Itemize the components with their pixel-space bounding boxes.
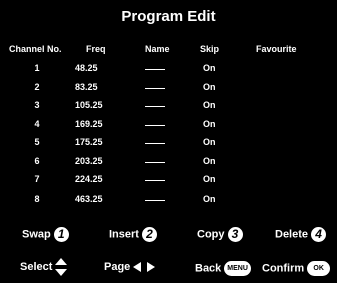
channel-number: 7	[34, 174, 40, 184]
menu-key-icon: MENU	[224, 261, 251, 276]
back-label: Back	[195, 262, 222, 275]
channel-skip: On	[203, 119, 216, 129]
header-favourite: Favourite	[256, 44, 297, 54]
channel-number: 3	[34, 100, 40, 110]
channel-name-empty	[145, 162, 165, 163]
channel-skip: On	[203, 174, 216, 184]
channel-freq: 203.25	[75, 156, 103, 166]
channel-freq: 83.25	[75, 82, 98, 92]
channel-freq: 105.25	[75, 100, 103, 110]
channel-number: 4	[34, 119, 40, 129]
page-label: Page	[104, 261, 131, 273]
confirm-label: Confirm	[262, 262, 305, 275]
swap-label: Swap	[22, 228, 51, 241]
page-title: Program Edit	[121, 8, 216, 25]
channel-row[interactable]: 5 175.25 On	[0, 137, 337, 154]
key-2-icon: 2	[141, 227, 157, 242]
header-skip: Skip	[200, 44, 220, 54]
channel-row[interactable]: 7 224.25 On	[0, 174, 337, 191]
header-channel: Channel No.	[9, 44, 62, 54]
channel-number: 2	[34, 82, 40, 92]
channel-number: 1	[34, 63, 40, 73]
channel-name-empty	[145, 106, 165, 107]
channel-number: 8	[34, 194, 40, 204]
up-down-arrows-icon	[55, 258, 68, 276]
program-edit-screen: Program Edit Channel No. Freq Name Skip …	[0, 0, 337, 283]
channel-row[interactable]: 6 203.25 On	[0, 156, 337, 173]
channel-name-empty	[145, 125, 165, 126]
channel-freq: 463.25	[75, 194, 103, 204]
channel-skip: On	[203, 194, 216, 204]
swap-action[interactable]: Swap 1	[22, 227, 69, 242]
channel-number: 6	[34, 156, 40, 166]
left-right-arrows-icon	[133, 262, 156, 273]
channel-name-empty	[145, 200, 165, 201]
key-3-icon: 3	[227, 227, 243, 242]
back-action[interactable]: Back MENU	[195, 261, 251, 276]
copy-label: Copy	[197, 228, 225, 241]
channel-row[interactable]: 4 169.25 On	[0, 119, 337, 136]
header-name: Name	[145, 44, 170, 54]
insert-label: Insert	[109, 228, 139, 241]
channel-freq: 175.25	[75, 137, 103, 147]
select-label: Select	[20, 260, 53, 273]
channel-name-empty	[145, 143, 165, 144]
channel-name-empty	[145, 69, 165, 70]
channel-row[interactable]: 8 463.25 On	[0, 194, 337, 211]
channel-freq: 224.25	[75, 174, 103, 184]
channel-skip: On	[203, 82, 216, 92]
channel-skip: On	[203, 100, 216, 110]
confirm-action[interactable]: Confirm OK	[262, 261, 331, 276]
channel-row[interactable]: 2 83.25 On	[0, 82, 337, 99]
channel-row[interactable]: 1 48.25 On	[0, 63, 337, 80]
insert-action[interactable]: Insert 2	[109, 227, 157, 242]
channel-number: 5	[34, 137, 40, 147]
channel-name-empty	[145, 180, 165, 181]
key-1-icon: 1	[53, 227, 69, 242]
key-4-icon: 4	[311, 227, 327, 242]
channel-name-empty	[145, 88, 165, 89]
channel-skip: On	[203, 156, 216, 166]
delete-action[interactable]: Delete 4	[275, 227, 327, 242]
page-action[interactable]: Page	[104, 261, 156, 273]
channel-skip: On	[203, 137, 216, 147]
copy-action[interactable]: Copy 3	[197, 227, 243, 242]
ok-key-icon: OK	[307, 261, 331, 276]
channel-freq: 48.25	[75, 63, 98, 73]
delete-label: Delete	[275, 228, 309, 241]
channel-skip: On	[203, 63, 216, 73]
channel-freq: 169.25	[75, 119, 103, 129]
select-action[interactable]: Select	[20, 258, 68, 276]
header-freq: Freq	[86, 44, 106, 54]
channel-row[interactable]: 3 105.25 On	[0, 100, 337, 117]
